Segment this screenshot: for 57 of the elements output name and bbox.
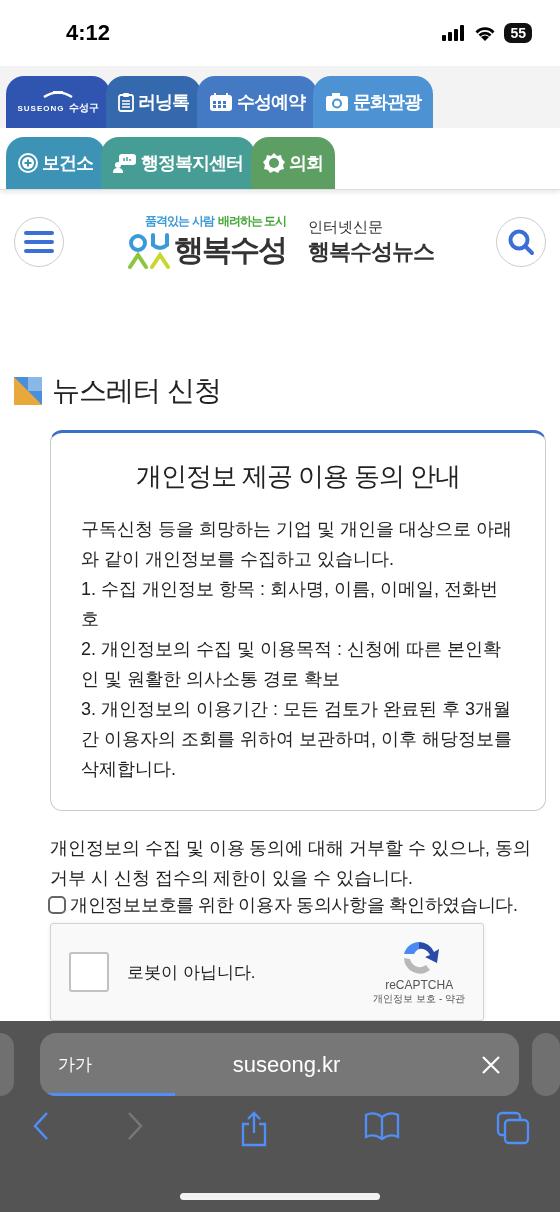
consent-text: 개인정보의 수집 및 이용 동의에 대해 거부할 수 있으나, 동의 거부 시 신청 접수의 제한이 있을 수 있습니다. (50, 837, 532, 890)
logo-subtext: 수성구 (68, 101, 99, 115)
url-text: suseong.kr (232, 1051, 341, 1078)
newspaper-name: 행복수성뉴스 (308, 237, 434, 266)
captcha-label: 로봇이 아닙니다. (127, 961, 256, 984)
checkbox-label: 개인정보보호를 위한 이용자 동의사항을 확인하였습니다. (70, 894, 518, 917)
close-button[interactable] (481, 1054, 501, 1075)
menu-icon (23, 230, 55, 254)
slogan-text: 배려하는 도시 (217, 213, 286, 230)
consent-checkbox[interactable] (48, 896, 66, 914)
captcha-brand: reCAPTCHA (385, 978, 454, 992)
chat-person-icon (113, 153, 137, 173)
newspaper-caption: 인터넷신문 (308, 217, 384, 237)
site-tab[interactable]: 수성예약 (197, 76, 317, 128)
roof-icon (43, 89, 73, 99)
status-time: 4:12 (66, 20, 111, 46)
close-icon (481, 1054, 501, 1075)
site-tab[interactable]: 의회 (251, 137, 335, 189)
camera-icon (325, 92, 349, 112)
tab-preview[interactable] (532, 1033, 560, 1096)
captcha-checkbox[interactable] (69, 952, 109, 992)
signal-icon (442, 25, 467, 41)
captcha-links[interactable]: 개인정보 보호 - 약관 (373, 992, 465, 1006)
people-logo-icon (126, 230, 172, 271)
share-icon (240, 1111, 268, 1147)
notice-title: 개인정보 제공 이용 동의 안내 (134, 460, 462, 493)
home-tab[interactable]: SUSEONG 수성구 (6, 76, 110, 128)
share-button[interactable] (240, 1111, 268, 1147)
site-tab[interactable]: 문화관광 (313, 76, 433, 128)
notice-text: 1. 수집 개인정보 항목 : 회사명, 이름, 이메일, 전화번호 (81, 578, 500, 631)
plus-circle-icon (18, 153, 38, 173)
notice-text: 구독신청 등을 희망하는 기업 및 개인을 대상으로 아래와 같이 개인정보를 수집하고 있습니다. (81, 518, 513, 571)
page-title: 뉴스레터 신청 (52, 374, 221, 408)
forward-icon (126, 1111, 144, 1141)
tabs-icon (496, 1111, 530, 1145)
calendar-icon (209, 92, 233, 112)
search-button[interactable] (496, 217, 546, 267)
wifi-icon (474, 25, 497, 41)
text-size-button[interactable]: 가가 (58, 1053, 92, 1076)
book-icon (364, 1111, 400, 1141)
site-tab[interactable]: 보건소 (6, 137, 105, 189)
notice-text: 2. 개인정보의 수집 및 이용목적 : 신청에 따른 본인확인 및 원활한 의사소통 경로 확보 (81, 638, 503, 691)
title-square-icon (14, 377, 42, 405)
logo-text: 행복수성 (174, 232, 286, 268)
site-tab[interactable]: 러닝톡 (106, 76, 201, 128)
emblem-icon (263, 152, 285, 174)
battery-level: 55 (504, 23, 532, 43)
notice-text: 3. 개인정보의 이용기간 : 모든 검토가 완료된 후 3개월간 이용자의 조회를 위하여 보관하며, 이후 해당정보를 삭제합니다. (81, 698, 513, 781)
search-icon (507, 228, 535, 256)
back-icon (32, 1111, 50, 1141)
slogan-text: 품격있는 사람 (145, 213, 214, 230)
logo-text: SUSEONG (17, 103, 65, 113)
menu-button[interactable] (14, 217, 64, 267)
clipboard-icon (118, 92, 134, 112)
site-tab[interactable]: 행정복지센터 (101, 137, 255, 189)
tabs-button[interactable] (496, 1111, 530, 1147)
address-bar[interactable]: 가가 suseong.kr (40, 1033, 519, 1096)
